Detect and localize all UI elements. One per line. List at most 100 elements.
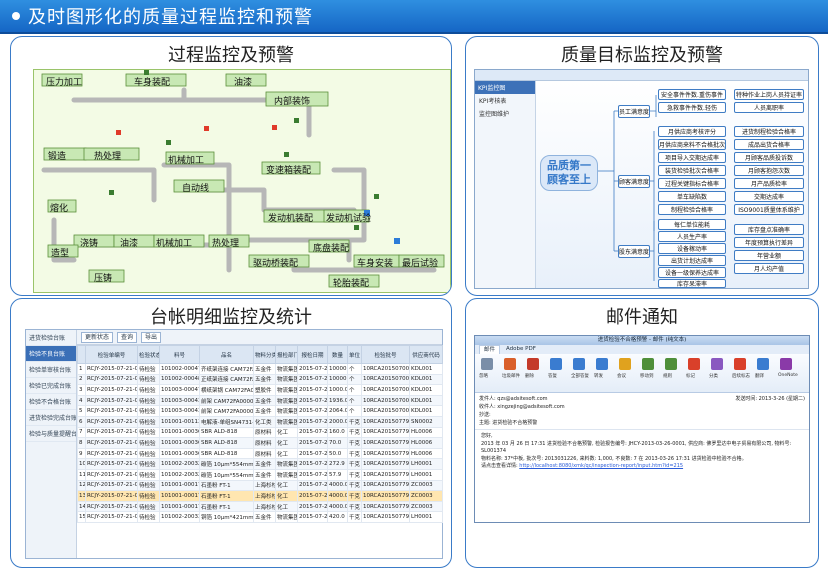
ribbon-button-icon[interactable] <box>573 358 585 370</box>
ribbon-button-icon[interactable] <box>619 358 631 370</box>
kpi-node[interactable]: 月顾客品质投诉数 <box>734 152 804 163</box>
kpi-node[interactable]: 年营业额 <box>734 250 804 261</box>
ribbon-button-label[interactable]: 翻译 <box>755 373 764 379</box>
table-column-header[interactable]: 料号 <box>159 345 200 364</box>
ribbon-button-icon[interactable] <box>688 358 700 370</box>
table-column-header[interactable] <box>77 345 86 364</box>
detail-link[interactable]: http://localhost:8080/xmk/qc/inspection-… <box>519 463 683 469</box>
kpi-node[interactable]: 出货计划达成率 <box>658 255 726 266</box>
kpi-node[interactable]: 单车缺陷数 <box>658 191 726 202</box>
tab-mail[interactable]: 邮件 <box>479 345 501 354</box>
kpi-node[interactable]: 月顾客抱怨次数 <box>734 165 804 176</box>
ribbon-button-icon[interactable] <box>711 358 723 370</box>
ribbon-button-label[interactable]: 分类 <box>709 373 718 379</box>
ribbon-button-label[interactable]: 全部答复 <box>571 373 589 379</box>
from-address[interactable]: qzs@adsitesoft.com <box>497 396 547 402</box>
export-button[interactable]: 导出 <box>141 331 162 343</box>
ribbon-button-label[interactable]: 标记 <box>686 373 695 379</box>
kpi-node[interactable]: 库存呆滞率 <box>658 279 726 288</box>
ledger-sidebar-item[interactable]: 检验不合格台账 <box>26 394 76 410</box>
kpi-node[interactable]: 人员离职率 <box>734 102 804 113</box>
table-column-header[interactable]: 检验状态 <box>137 345 160 364</box>
table-row[interactable]: 12RCJY-2015-07-21-0014待检验101001-00017-9石… <box>77 479 443 492</box>
kpi-node[interactable]: 年度预算执行差异 <box>734 237 804 248</box>
to-address[interactable]: xingzejing@adsitesoft.com <box>497 404 564 410</box>
kpi-sidebar-item[interactable]: 监控图维护 <box>475 107 535 120</box>
kpi-node[interactable]: 人员生产率 <box>658 231 726 242</box>
ribbon-button-label[interactable]: 删除 <box>525 373 534 379</box>
ribbon-button-label[interactable]: 移动到 <box>640 373 654 379</box>
table-row[interactable]: 9RCJY-2015-07-21-0017待检验101001-00036-3SB… <box>77 447 443 460</box>
ribbon-button-label[interactable]: 会议 <box>617 373 626 379</box>
kpi-category-node[interactable]: 股东满意度 <box>618 245 650 258</box>
kpi-node[interactable]: 装货检验批次合格率 <box>658 165 726 176</box>
kpi-node[interactable]: 制程检验合格率 <box>658 204 726 215</box>
ribbon-button-icon[interactable] <box>780 358 792 370</box>
ribbon-button-label[interactable]: 后续标志 <box>732 373 750 379</box>
ribbon-button-label[interactable]: 垃圾邮件 <box>502 373 520 379</box>
kpi-node[interactable]: 月供应商考核评分 <box>658 126 726 137</box>
kpi-node[interactable]: ISO9001质量体系维护 <box>734 204 804 215</box>
ribbon-button-icon[interactable] <box>665 358 677 370</box>
ledger-sidebar-item-active[interactable]: 检验不良台账 <box>26 346 76 362</box>
kpi-node[interactable]: 安全事件件数.重伤事件 <box>658 89 726 100</box>
kpi-node[interactable]: 库存盘点准确率 <box>734 224 804 235</box>
ribbon-button-label[interactable]: OneNote <box>778 373 798 378</box>
table-row[interactable]: 10RCJY-2015-07-21-0016待检验101002-20032-0碳… <box>77 458 443 470</box>
table-row[interactable]: 14RCJY-2015-07-21-0012待检验101001-00017-9石… <box>77 500 443 513</box>
table-row[interactable]: 13RCJY-2015-07-21-0013待检验101001-00017-9石… <box>77 490 443 502</box>
ribbon-button-icon[interactable] <box>481 358 493 370</box>
ribbon-button-icon[interactable] <box>550 358 562 370</box>
kpi-node[interactable]: 设备一级保养达成率 <box>658 267 726 278</box>
ledger-sidebar-item[interactable]: 检验单审核台账 <box>26 362 76 378</box>
table-column-header[interactable]: 报检部门 <box>275 345 298 364</box>
table-row[interactable]: 15RCJY-2015-07-21-0011待检验101002-20033-0铜… <box>77 511 443 523</box>
kpi-node[interactable]: 进货制程检验合格率 <box>734 126 804 137</box>
ribbon-button-label[interactable]: 忽略 <box>479 373 488 379</box>
table-row[interactable]: 6RCJY-2015-07-21-0020待检验101001-00113-9电解… <box>77 415 443 428</box>
kpi-node[interactable]: 过程关键指标合格率 <box>658 178 726 189</box>
ribbon-button-icon[interactable] <box>504 358 516 370</box>
refresh-status-button[interactable]: 更新状态 <box>81 331 114 343</box>
kpi-node[interactable]: 成品出货合格率 <box>734 139 804 150</box>
kpi-node[interactable]: 交期达成率 <box>734 191 804 202</box>
ledger-sidebar-item[interactable]: 进货检验台账 <box>26 330 76 346</box>
kpi-root-node[interactable]: 品质第一 顾客至上 <box>540 155 598 191</box>
ledger-sidebar-item[interactable]: 检验已完成台账 <box>26 378 76 394</box>
table-row[interactable]: 8RCJY-2015-07-21-0018待检验101001-00036-3SB… <box>77 437 443 449</box>
ribbon-button-label[interactable]: 规则 <box>663 373 672 379</box>
table-row[interactable]: 3RCJY-2015-07-21-0023待检验101003-00047-1横纸… <box>77 384 443 396</box>
ribbon-button-icon[interactable] <box>734 358 746 370</box>
kpi-node[interactable]: 设备稼动率 <box>658 243 726 254</box>
table-column-header[interactable]: 供应商代码 <box>409 345 443 364</box>
table-column-header[interactable]: 报检日期 <box>297 345 328 364</box>
kpi-category-node[interactable]: 员工满意度 <box>618 105 650 118</box>
ribbon-button-icon[interactable] <box>642 358 654 370</box>
query-button[interactable]: 查询 <box>117 331 138 343</box>
kpi-node[interactable]: 月人均产值 <box>734 263 804 274</box>
table-row[interactable]: 4RCJY-2015-07-21-0022待检验101003-00043-5前架… <box>77 394 443 407</box>
kpi-sidebar-item[interactable]: KPI考核表 <box>475 94 535 107</box>
kpi-node[interactable]: 特种作业上岗人员持证率 <box>734 89 804 100</box>
kpi-category-node[interactable]: 顾客满意度 <box>618 175 650 188</box>
kpi-node[interactable]: 急救事件件数.轻伤 <box>658 102 726 113</box>
ribbon-button-label[interactable]: 转发 <box>594 373 603 379</box>
table-column-header[interactable]: 单位 <box>347 345 362 364</box>
table-column-header[interactable]: 品名 <box>199 345 254 364</box>
tab-adobe-pdf[interactable]: Adobe PDF <box>502 345 540 354</box>
ribbon-button-label[interactable]: 答复 <box>548 373 557 379</box>
ledger-sidebar-item[interactable]: 检验与质量提醒台 <box>26 426 76 442</box>
table-row[interactable]: 1RCJY-2015-07-21-0025待检验101002-00047-5齐纸… <box>77 363 443 375</box>
kpi-node[interactable]: 每仁单位能耗 <box>658 219 726 230</box>
table-row[interactable]: 2RCJY-2015-07-21-0024待检验101002-00048-1正纸… <box>77 373 443 386</box>
ribbon-button-icon[interactable] <box>527 358 539 370</box>
table-column-header[interactable]: 检验批号 <box>361 345 410 364</box>
ledger-sidebar-item[interactable]: 进货检验完成台账 <box>26 410 76 426</box>
table-row[interactable]: 5RCJY-2015-07-21-0021待检验101003-00043-1前架… <box>77 405 443 417</box>
table-row[interactable]: 7RCJY-2015-07-21-0019待检验101001-00036-3SB… <box>77 426 443 439</box>
kpi-node[interactable]: 月产品质检率 <box>734 178 804 189</box>
ribbon-button-icon[interactable] <box>596 358 608 370</box>
table-column-header[interactable]: 检验单编号 <box>85 345 138 364</box>
table-column-header[interactable]: 数量 <box>327 345 348 364</box>
ribbon-button-icon[interactable] <box>757 358 769 370</box>
